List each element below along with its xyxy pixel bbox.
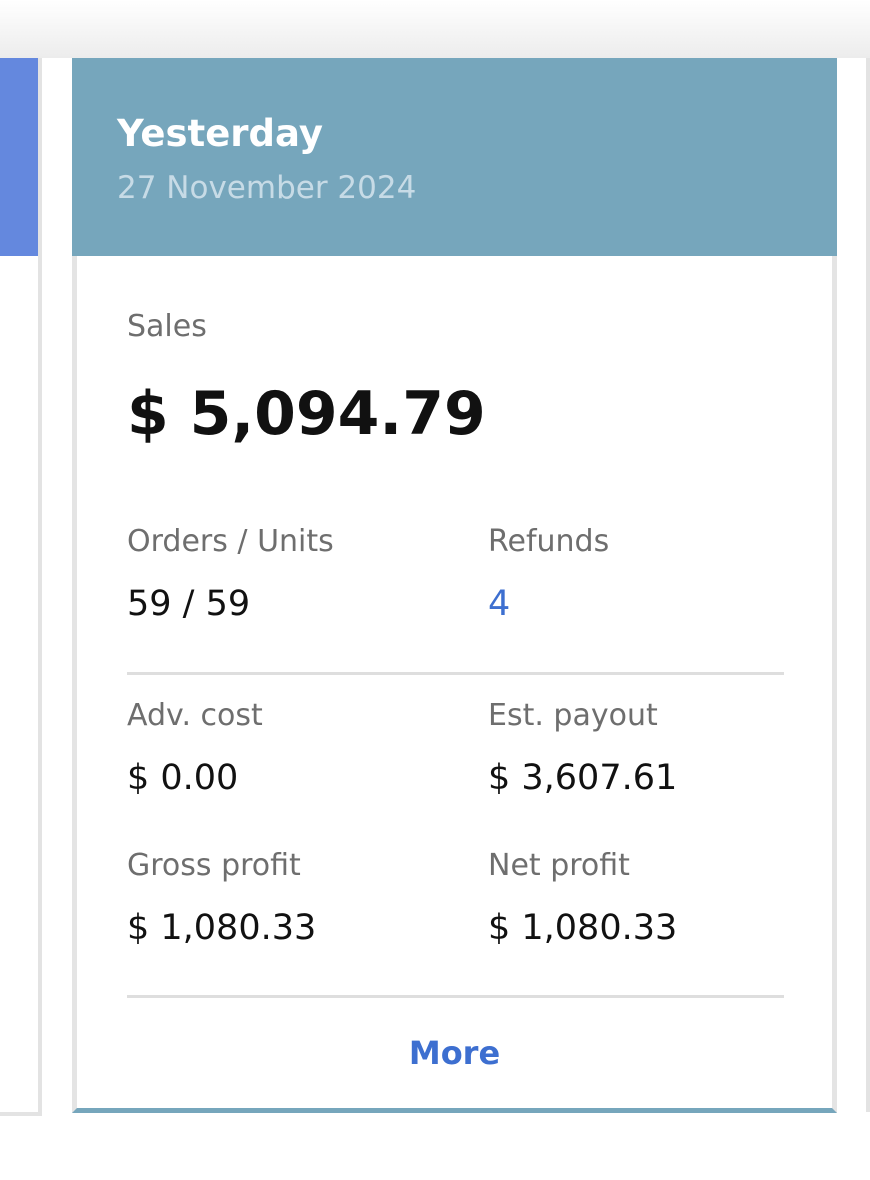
orders-units-value: 59 / 59 xyxy=(127,584,251,624)
orders-units-label: Orders / Units xyxy=(127,524,334,559)
net-profit-label: Net profit xyxy=(488,848,630,883)
next-period-card[interactable] xyxy=(866,58,870,1112)
est-payout-value: $ 3,607.61 xyxy=(488,758,678,798)
more-button[interactable]: More xyxy=(77,1029,832,1077)
gross-profit-value: $ 1,080.33 xyxy=(127,908,317,948)
footer-divider xyxy=(127,995,784,998)
previous-period-card[interactable] xyxy=(0,58,42,1116)
previous-period-card-header xyxy=(0,58,38,256)
adv-cost-label: Adv. cost xyxy=(127,698,263,733)
card-header: Yesterday 27 November 2024 xyxy=(72,58,837,256)
refunds-label: Refunds xyxy=(488,524,610,559)
gross-profit-label: Gross profit xyxy=(127,848,301,883)
sales-label: Sales xyxy=(127,309,207,344)
adv-cost-value: $ 0.00 xyxy=(127,758,239,798)
card-title: Yesterday xyxy=(117,112,323,155)
net-profit-value: $ 1,080.33 xyxy=(488,908,678,948)
sales-value: $ 5,094.79 xyxy=(127,379,486,449)
card-date: 27 November 2024 xyxy=(117,170,417,206)
est-payout-label: Est. payout xyxy=(488,698,658,733)
section-divider xyxy=(127,672,784,675)
refunds-value-link[interactable]: 4 xyxy=(488,582,510,626)
top-background-strip xyxy=(0,0,870,58)
yesterday-summary-card: Yesterday 27 November 2024 Sales $ 5,094… xyxy=(72,58,837,1113)
